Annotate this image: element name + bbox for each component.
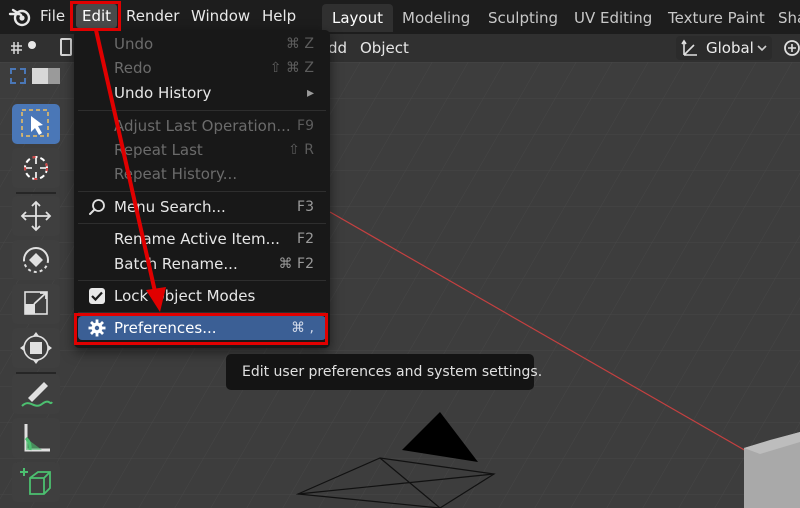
menu-object[interactable]: Object bbox=[360, 38, 409, 58]
menu-item-undo[interactable]: Undo ⌘ Z bbox=[78, 32, 326, 56]
orientation-axes-icon bbox=[681, 39, 697, 56]
annotation-box-edit bbox=[70, 1, 121, 31]
menu-item-lock-object-modes[interactable]: Lock Object Modes bbox=[78, 284, 326, 308]
tool-shelf bbox=[4, 64, 62, 508]
tab-texture-paint[interactable]: Texture Paint bbox=[658, 4, 775, 32]
blender-logo-icon[interactable] bbox=[8, 6, 32, 28]
tab-uv-editing[interactable]: UV Editing bbox=[564, 4, 662, 32]
rename-active-label: Rename Active Item... bbox=[114, 230, 280, 248]
rotate-tool[interactable] bbox=[12, 240, 60, 280]
orientation-label: Global bbox=[706, 39, 754, 57]
checkbox-checked-icon[interactable] bbox=[88, 287, 106, 305]
move-icon bbox=[20, 200, 52, 232]
search-icon bbox=[89, 199, 105, 215]
menu-item-menu-search[interactable]: Menu Search... F3 bbox=[78, 195, 326, 219]
cursor-icon bbox=[24, 156, 48, 180]
select-box-tool[interactable] bbox=[12, 104, 60, 144]
edit-menu-dropdown: Undo ⌘ Z Redo ⇧ ⌘ Z Undo History ▸ Adjus… bbox=[74, 30, 330, 348]
measure-tool[interactable] bbox=[12, 418, 60, 458]
snap-icon[interactable] bbox=[780, 38, 800, 58]
menu-separator bbox=[78, 110, 326, 111]
annotation-box-preferences bbox=[74, 313, 328, 345]
tab-shading[interactable]: Sha bbox=[768, 4, 800, 32]
tab-modeling[interactable]: Modeling bbox=[392, 4, 480, 32]
menu-search-shortcut: F3 bbox=[297, 199, 314, 215]
menu-add[interactable]: dd bbox=[328, 38, 347, 58]
tooltip-text: Edit user preferences and system setting… bbox=[242, 364, 543, 380]
cursor-tool[interactable] bbox=[12, 148, 60, 188]
lock-object-modes-label: Lock Object Modes bbox=[114, 287, 256, 305]
menu-render[interactable]: Render bbox=[120, 4, 185, 28]
undo-history-label: Undo History bbox=[114, 84, 212, 102]
tab-layout[interactable]: Layout bbox=[322, 4, 393, 32]
add-cube-tool[interactable] bbox=[12, 462, 60, 502]
move-tool[interactable] bbox=[12, 196, 60, 236]
adjust-last-shortcut: F9 bbox=[297, 118, 314, 134]
annotate-pencil-icon bbox=[21, 382, 53, 407]
menu-item-rename-active-item[interactable]: Rename Active Item... F2 bbox=[78, 227, 326, 251]
redo-shortcut: ⇧ ⌘ Z bbox=[269, 60, 314, 76]
batch-rename-label: Batch Rename... bbox=[114, 255, 238, 273]
menu-help[interactable]: Help bbox=[256, 4, 302, 28]
repeat-last-shortcut: ⇧ R bbox=[288, 142, 314, 158]
repeat-last-label: Repeat Last bbox=[114, 141, 203, 159]
undo-label: Undo bbox=[114, 35, 154, 53]
add-cube-icon bbox=[20, 468, 51, 495]
menu-item-batch-rename[interactable]: Batch Rename... ⌘ F2 bbox=[78, 252, 326, 276]
orientation-dropdown[interactable]: Global bbox=[676, 36, 772, 60]
scale-icon bbox=[24, 291, 48, 315]
menu-item-repeat-last[interactable]: Repeat Last ⇧ R bbox=[78, 138, 326, 162]
preferences-tooltip: Edit user preferences and system setting… bbox=[226, 354, 542, 390]
transform-tool[interactable] bbox=[12, 328, 60, 368]
menu-item-redo[interactable]: Redo ⇧ ⌘ Z bbox=[78, 56, 326, 80]
menu-window[interactable]: Window bbox=[185, 4, 256, 28]
repeat-history-label: Repeat History... bbox=[114, 165, 238, 183]
batch-rename-shortcut: ⌘ F2 bbox=[278, 256, 314, 272]
menu-search-label: Menu Search... bbox=[114, 198, 226, 216]
menu-item-repeat-history[interactable]: Repeat History... bbox=[78, 162, 326, 186]
menu-item-adjust-last-operation[interactable]: Adjust Last Operation... F9 bbox=[78, 114, 326, 138]
rotate-icon bbox=[23, 247, 49, 273]
redo-label: Redo bbox=[114, 59, 152, 77]
select-mode-icon[interactable] bbox=[60, 38, 72, 56]
transform-pivot-icon[interactable] bbox=[10, 38, 46, 58]
select-box-icon bbox=[21, 109, 49, 137]
menu-separator bbox=[78, 191, 326, 192]
chevron-down-icon bbox=[757, 45, 767, 52]
adjust-last-label: Adjust Last Operation... bbox=[114, 117, 291, 135]
submenu-arrow-icon: ▸ bbox=[306, 85, 314, 101]
transform-icon bbox=[20, 332, 52, 364]
menu-separator bbox=[78, 280, 326, 281]
menu-item-undo-history[interactable]: Undo History ▸ bbox=[78, 81, 326, 105]
measure-ruler-icon bbox=[24, 424, 50, 452]
scale-tool[interactable] bbox=[12, 284, 60, 324]
annotate-tool[interactable] bbox=[12, 374, 60, 414]
tab-sculpting[interactable]: Sculpting bbox=[478, 4, 568, 32]
rename-active-shortcut: F2 bbox=[297, 231, 314, 247]
undo-shortcut: ⌘ Z bbox=[285, 36, 314, 52]
menu-file[interactable]: File bbox=[34, 4, 71, 28]
toolbar-separator bbox=[16, 192, 56, 194]
menu-separator bbox=[78, 223, 326, 224]
